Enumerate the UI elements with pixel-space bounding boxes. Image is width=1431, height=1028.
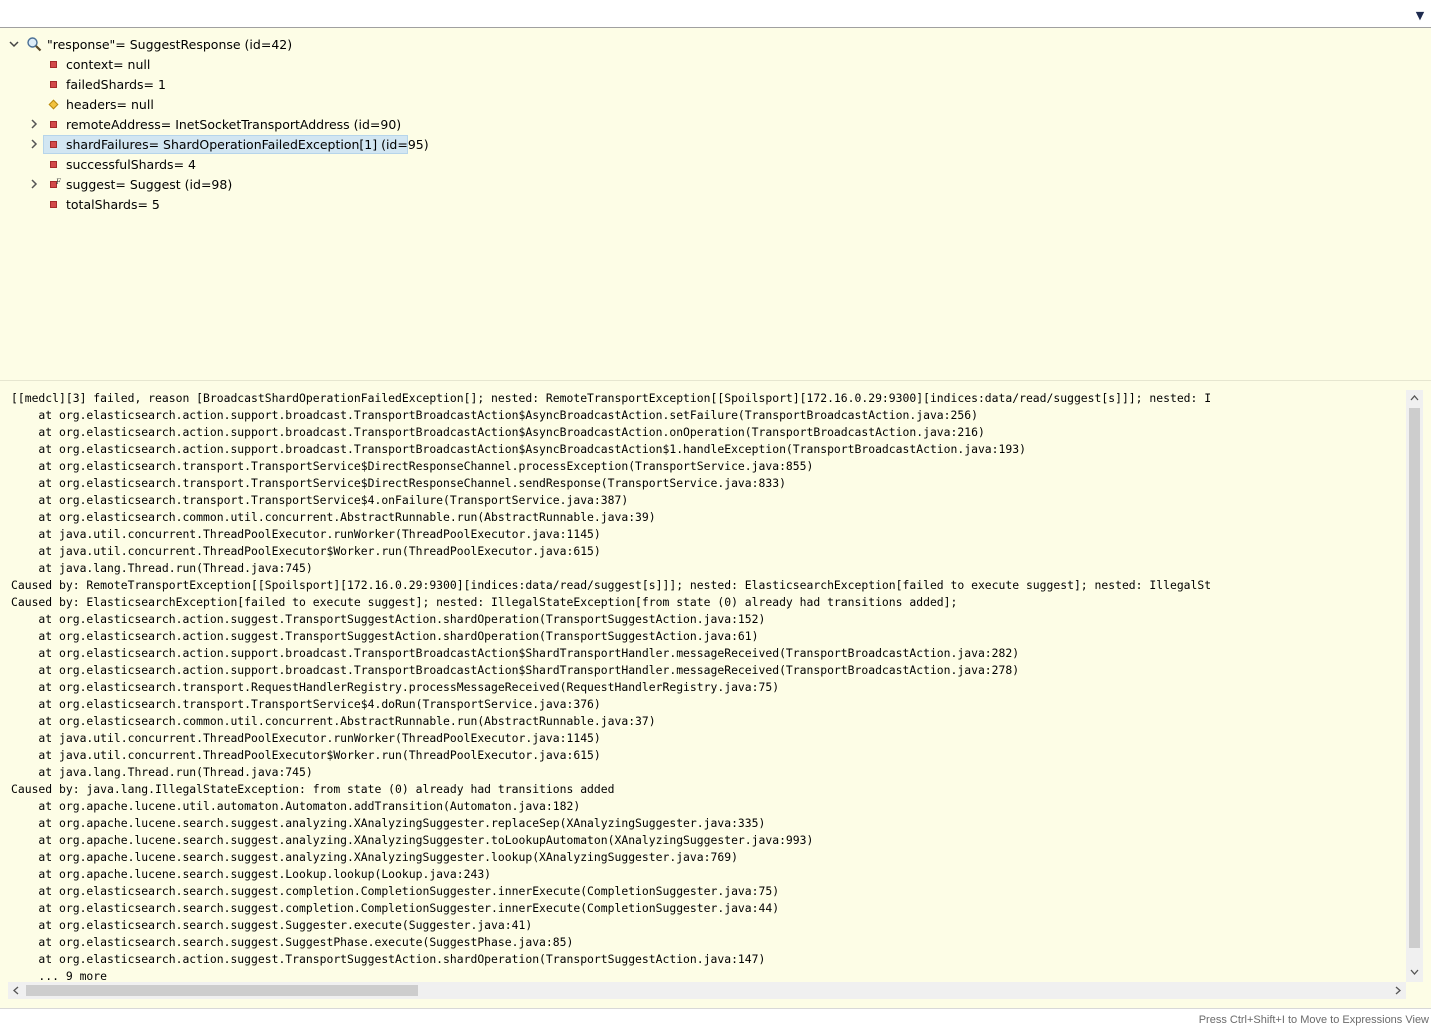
console-line: at org.elasticsearch.search.suggest.Sugg…	[11, 918, 533, 932]
tree-field-row[interactable]: headers= null	[0, 94, 420, 114]
tree-root-row[interactable]: "response"= SuggestResponse (id=42)	[0, 34, 400, 54]
console-line: at org.elasticsearch.transport.Transport…	[11, 697, 601, 711]
tree-field-row[interactable]: failedShards= 1	[0, 74, 420, 94]
console-line: at org.elasticsearch.action.support.broa…	[11, 408, 978, 422]
private-field-icon	[50, 121, 57, 128]
console-line: at org.apache.lucene.search.suggest.anal…	[11, 816, 766, 830]
tree-field-label: suggest= Suggest (id=98)	[66, 177, 233, 192]
console-line: Caused by: RemoteTransportException[[Spo…	[11, 578, 1212, 592]
scroll-left-icon[interactable]	[8, 982, 24, 999]
console-line: at org.elasticsearch.transport.Transport…	[11, 493, 629, 507]
console-line: at org.elasticsearch.transport.Transport…	[11, 476, 786, 490]
tree-field-label: failedShards= 1	[66, 77, 166, 92]
tree-field-row[interactable]: context= null	[0, 54, 420, 74]
console-line: at java.util.concurrent.ThreadPoolExecut…	[11, 527, 601, 541]
status-bar: Press Ctrl+Shift+I to Move to Expression…	[0, 1008, 1431, 1028]
scroll-right-icon[interactable]	[1390, 982, 1406, 999]
chevron-down-icon[interactable]	[7, 37, 21, 51]
vertical-scroll-thumb[interactable]	[1409, 408, 1420, 948]
details-console[interactable]: [[medcl][3] failed, reason [BroadcastSha…	[8, 390, 1405, 982]
console-line: at org.apache.lucene.search.suggest.anal…	[11, 850, 738, 864]
tree-field-label: successfulShards= 4	[66, 157, 196, 172]
pane-splitter[interactable]	[0, 380, 1431, 388]
console-line: at org.elasticsearch.action.support.broa…	[11, 663, 1020, 677]
tree-field-label: totalShards= 5	[66, 197, 160, 212]
tree-field-label: context= null	[66, 57, 151, 72]
console-line: at org.elasticsearch.action.suggest.Tran…	[11, 952, 766, 966]
console-line: at org.apache.lucene.search.suggest.Look…	[11, 867, 492, 881]
private-field-icon	[50, 201, 57, 208]
console-line: ... 9 more	[11, 969, 108, 982]
tree-field-label: shardFailures= ShardOperationFailedExcep…	[66, 137, 429, 152]
console-line: at org.elasticsearch.action.support.broa…	[11, 425, 985, 439]
chevron-right-icon[interactable]	[27, 177, 41, 191]
horizontal-scrollbar[interactable]	[8, 982, 1406, 999]
private-final-field-icon: F	[50, 178, 61, 188]
scroll-up-icon[interactable]	[1406, 390, 1423, 406]
private-field-icon	[50, 81, 57, 88]
chevron-down-icon[interactable]: ▼	[1413, 8, 1427, 22]
console-line: at org.apache.lucene.util.automaton.Auto…	[11, 799, 581, 813]
console-line: at org.elasticsearch.common.util.concurr…	[11, 510, 656, 524]
console-line: at java.lang.Thread.run(Thread.java:745)	[11, 561, 313, 575]
private-field-icon	[50, 141, 57, 148]
search-icon	[26, 36, 42, 55]
variables-tree: "response"= SuggestResponse (id=42) cont…	[0, 34, 1431, 380]
status-hint: Press Ctrl+Shift+I to Move to Expression…	[1198, 1014, 1429, 1026]
view-toolbar: ▼	[0, 0, 1431, 28]
console-line: [[medcl][3] failed, reason [BroadcastSha…	[11, 391, 1212, 405]
horizontal-scroll-thumb[interactable]	[26, 985, 418, 996]
console-line: at org.elasticsearch.search.suggest.Sugg…	[11, 935, 574, 949]
scroll-down-icon[interactable]	[1406, 964, 1423, 980]
console-line: at org.elasticsearch.action.support.broa…	[11, 646, 1020, 660]
tree-field-label: remoteAddress= InetSocketTransportAddres…	[66, 117, 402, 132]
console-line: at org.elasticsearch.action.suggest.Tran…	[11, 612, 766, 626]
console-line: at org.elasticsearch.action.support.broa…	[11, 442, 1026, 456]
chevron-right-icon[interactable]	[27, 117, 41, 131]
chevron-right-icon[interactable]	[27, 137, 41, 151]
console-line: at java.util.concurrent.ThreadPoolExecut…	[11, 748, 601, 762]
console-line: at org.elasticsearch.transport.RequestHa…	[11, 680, 780, 694]
console-line: at org.apache.lucene.search.suggest.anal…	[11, 833, 814, 847]
tree-root-label: "response"= SuggestResponse (id=42)	[47, 37, 293, 52]
tree-field-row[interactable]: shardFailures= ShardOperationFailedExcep…	[0, 134, 429, 154]
tree-field-label: headers= null	[66, 97, 154, 112]
console-line: at java.lang.Thread.run(Thread.java:745)	[11, 765, 313, 779]
console-line: at org.elasticsearch.common.util.concurr…	[11, 714, 656, 728]
tree-field-row[interactable]: totalShards= 5	[0, 194, 420, 214]
private-field-icon	[50, 61, 57, 68]
console-line: Caused by: ElasticsearchException[failed…	[11, 595, 958, 609]
console-line: at java.util.concurrent.ThreadPoolExecut…	[11, 544, 601, 558]
private-field-icon	[50, 161, 57, 168]
tree-field-row[interactable]: remoteAddress= InetSocketTransportAddres…	[0, 114, 420, 134]
console-line: at org.elasticsearch.search.suggest.comp…	[11, 901, 780, 915]
tree-field-row[interactable]: Fsuggest= Suggest (id=98)	[0, 174, 420, 194]
console-line: at org.elasticsearch.search.suggest.comp…	[11, 884, 780, 898]
tree-field-row[interactable]: successfulShards= 4	[0, 154, 420, 174]
console-line: at org.elasticsearch.transport.Transport…	[11, 459, 814, 473]
console-line: Caused by: java.lang.IllegalStateExcepti…	[11, 782, 615, 796]
console-line: at java.util.concurrent.ThreadPoolExecut…	[11, 731, 601, 745]
vertical-scrollbar[interactable]	[1406, 390, 1423, 982]
protected-field-icon	[48, 99, 59, 110]
console-line: at org.elasticsearch.action.suggest.Tran…	[11, 629, 759, 643]
